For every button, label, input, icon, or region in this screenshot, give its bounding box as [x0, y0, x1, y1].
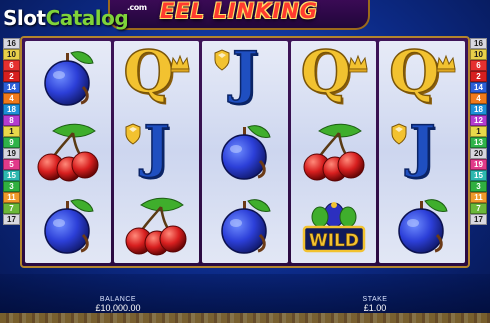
watermark-com-text: .com	[127, 3, 147, 12]
plum-symbol	[382, 191, 462, 261]
payline-badge: 6	[470, 60, 487, 71]
stake-label: STAKE	[362, 296, 388, 303]
payline-badge: 7	[470, 203, 487, 214]
jack-symbol: J	[382, 117, 462, 187]
payline-badge: 11	[470, 192, 487, 203]
payline-badge: 2	[470, 71, 487, 82]
payline-badge: 18	[3, 104, 20, 115]
watermark-catalog-text: Catalog	[45, 6, 129, 30]
coin-pile-decoration	[0, 313, 490, 323]
payline-badge: 16	[470, 38, 487, 49]
payline-badge: 1	[470, 126, 487, 137]
payline-indicators-right: 16 10 6 2 14 4 18 12 1 13 20 19 15 3 11 7 17	[470, 38, 487, 225]
payline-badge: 12	[470, 115, 487, 126]
queen-symbol: Q	[382, 42, 462, 113]
payline-badge: 13	[470, 137, 487, 148]
payline-badge: 17	[3, 214, 20, 225]
reel-1	[25, 41, 111, 263]
payline-badge: 1	[3, 126, 20, 137]
slotcatalog-watermark: SlotCatalog .com	[3, 3, 147, 30]
payline-badge: 19	[3, 148, 20, 159]
payline-badge: 10	[470, 49, 487, 60]
payline-badge: 11	[3, 192, 20, 203]
cherries-symbol	[28, 117, 108, 187]
payline-indicators-left: 16 10 6 2 14 4 18 8 1 9 19 5 15 3 11 7 17	[3, 38, 20, 225]
queen-symbol: Q	[116, 42, 196, 113]
plum-symbol	[28, 191, 108, 261]
payline-badge: 14	[470, 82, 487, 93]
payline-badge: 5	[3, 159, 20, 170]
balance-label: BALANCE	[99, 296, 137, 303]
game-title: EEL LINKING	[159, 0, 319, 23]
reel-4: Q WILD	[290, 41, 377, 263]
plum-symbol	[205, 191, 285, 261]
reel-5: Q J	[379, 41, 465, 263]
payline-badge: 4	[3, 93, 20, 104]
payline-badge: 14	[3, 82, 20, 93]
watermark-slot-text: Slot	[3, 6, 46, 30]
payline-badge: 18	[470, 104, 487, 115]
payline-badge: 19	[470, 159, 487, 170]
payline-badge: 9	[3, 137, 20, 148]
payline-badge: 10	[3, 49, 20, 60]
stake-meter[interactable]: STAKE £1.00	[350, 296, 400, 313]
queen-symbol: Q	[294, 42, 374, 113]
payline-badge: 20	[470, 148, 487, 159]
wild-symbol: WILD	[294, 191, 374, 261]
payline-badge: 16	[3, 38, 20, 49]
payline-badge: 3	[3, 181, 20, 192]
payline-badge: 15	[470, 170, 487, 181]
payline-badge: 6	[3, 60, 20, 71]
stake-value: £1.00	[363, 303, 387, 313]
reel-2: Q J	[113, 41, 200, 263]
payline-badge: 17	[470, 214, 487, 225]
svg-text:WILD: WILD	[309, 231, 359, 251]
payline-badge: 7	[3, 203, 20, 214]
payline-badge: 2	[3, 71, 20, 82]
plum-symbol	[205, 117, 285, 187]
jack-symbol: J	[116, 117, 196, 187]
payline-badge: 4	[470, 93, 487, 104]
plum-symbol	[28, 43, 108, 113]
balance-meter: BALANCE £10,000.00	[88, 296, 148, 313]
reels-grid: Q J J Q WILD Q J	[20, 36, 470, 268]
jack-symbol: J	[205, 43, 285, 113]
game-title-banner: EEL LINKING	[108, 0, 370, 30]
payline-badge: 15	[3, 170, 20, 181]
reel-3: J	[202, 41, 288, 263]
payline-badge: 3	[470, 181, 487, 192]
cherries-symbol	[116, 191, 196, 261]
balance-value: £10,000.00	[95, 303, 141, 313]
bottom-bar	[0, 274, 490, 323]
payline-badge: 8	[3, 115, 20, 126]
cherries-symbol	[294, 117, 374, 187]
